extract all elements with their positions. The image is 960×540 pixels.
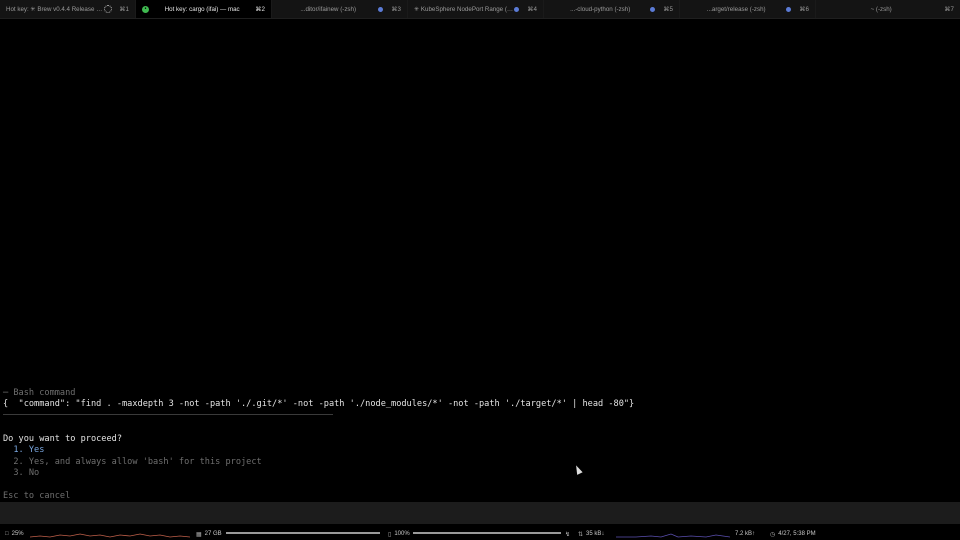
memory-status: ▦ 27 GB xyxy=(196,528,222,540)
tab-3-shortcut: ⌘3 xyxy=(391,5,401,13)
battery-bar xyxy=(413,532,561,534)
activity-spinner-icon xyxy=(104,5,113,13)
network-status: ⇅ 35 kB↓ xyxy=(578,528,604,540)
network-graph xyxy=(616,533,730,538)
terminal-pane[interactable]: ─ Bash command { "command": "find . -max… xyxy=(0,18,960,502)
tab-7-shortcut: ⌘7 xyxy=(944,5,954,13)
tab-5[interactable]: ...-cloud-python (-zsh) ⌘5 xyxy=(544,0,680,18)
tab-5-shortcut: ⌘5 xyxy=(663,5,673,13)
tab-1-shortcut: ⌘1 xyxy=(119,5,129,13)
memory-bar xyxy=(226,532,380,534)
charging-icon: ↯ xyxy=(565,531,571,538)
memory-icon: ▦ xyxy=(196,531,202,538)
option-yes[interactable]: 1. Yes xyxy=(3,445,44,455)
clock-status: ◷ 4/27, 5:38 PM xyxy=(770,528,816,540)
upload-value: 7.2 kB↑ xyxy=(735,531,756,537)
tab-2[interactable]: • Hot key: cargo (ifai) — mac ⌘2 xyxy=(136,0,272,18)
tab-1[interactable]: Hot key: ✳ Brew v0.4.4 Release (nod... ⌘… xyxy=(0,0,136,18)
battery-bar-fill xyxy=(413,532,561,534)
memory-value: 27 GB xyxy=(204,531,222,537)
battery-icon: ▯ xyxy=(388,531,392,538)
activity-dot-icon xyxy=(650,6,656,12)
network-icon: ⇅ xyxy=(578,531,584,538)
cancel-hint: Esc to cancel xyxy=(3,491,71,501)
option-no[interactable]: 3. No xyxy=(3,468,39,478)
tab-6-title: ...arget/release (-zsh) xyxy=(706,5,766,13)
memory-bar-fill xyxy=(226,532,380,534)
activity-dot-icon xyxy=(378,6,384,12)
tab-3[interactable]: ...ditor/ifainew (-zsh) ⌘3 xyxy=(272,0,408,18)
cpu-value: 25% xyxy=(11,531,24,537)
download-value: 35 kB↓ xyxy=(586,531,605,537)
cpu-icon: □ xyxy=(5,531,9,537)
activity-dot-icon xyxy=(514,6,520,12)
tab-2-shortcut: ⌘2 xyxy=(255,5,265,13)
tab-5-title: ...-cloud-python (-zsh) xyxy=(570,5,631,13)
divider xyxy=(3,414,333,415)
tab-7[interactable]: ~ (-zsh) ⌘7 xyxy=(816,0,960,18)
datetime-value: 4/27, 5:38 PM xyxy=(778,531,816,537)
tab-6-shortcut: ⌘6 xyxy=(799,5,809,13)
tab-bar: Hot key: ✳ Brew v0.4.4 Release (nod... ⌘… xyxy=(0,0,960,19)
tab-2-title: Hot key: cargo (ifai) — mac xyxy=(164,5,240,13)
cpu-graph xyxy=(30,533,190,538)
clock-icon: ◷ xyxy=(770,531,776,538)
activity-dot-icon xyxy=(786,6,792,12)
tab-7-title: ~ (-zsh) xyxy=(870,5,892,13)
status-ok-icon: • xyxy=(142,5,149,13)
tab-1-title: Hot key: ✳ Brew v0.4.4 Release (nod... xyxy=(6,5,105,13)
bash-command-header: ─ Bash command xyxy=(3,388,76,398)
battery-value: 100% xyxy=(394,531,410,537)
option-yes-always[interactable]: 2. Yes, and always allow 'bash' for this… xyxy=(3,457,261,467)
input-area[interactable] xyxy=(0,502,960,524)
tab-4-title: ✳ KubeSphere NodePort Range (no... xyxy=(414,5,515,13)
upload-status: 7.2 kB↑ xyxy=(735,528,755,540)
cpu-status: □ 25% xyxy=(5,528,24,540)
status-bar: □ 25% ▦ 27 GB ▯ 100% ↯ ⇅ 35 kB↓ 7.2 kB↑ … xyxy=(0,528,960,540)
tab-4-shortcut: ⌘4 xyxy=(527,5,537,13)
tab-3-title: ...ditor/ifainew (-zsh) xyxy=(300,5,357,13)
tab-6[interactable]: ...arget/release (-zsh) ⌘6 xyxy=(680,0,816,18)
proceed-question: Do you want to proceed? xyxy=(3,434,122,444)
tab-4[interactable]: ✳ KubeSphere NodePort Range (no... ⌘4 xyxy=(408,0,544,18)
battery-status: ▯ 100% xyxy=(388,528,410,540)
command-preview: { "command": "find . -maxdepth 3 -not -p… xyxy=(3,399,635,409)
